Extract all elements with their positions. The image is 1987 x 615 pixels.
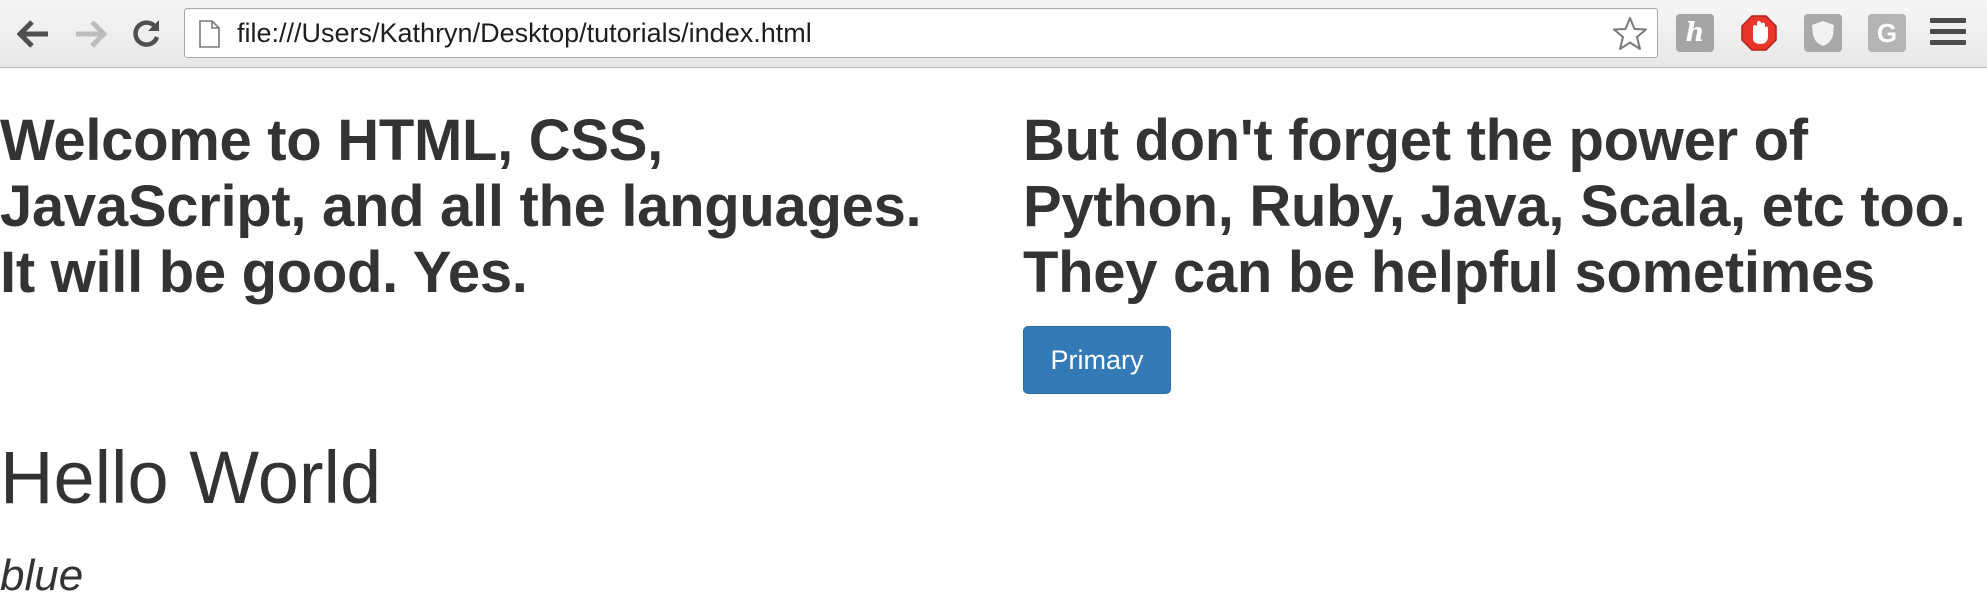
blue-text: blue	[0, 551, 84, 600]
left-heading-line: It will be good. Yes.	[0, 240, 528, 305]
right-column: But don't forget the power of Python, Ru…	[1023, 108, 1987, 306]
shield-glyph	[1812, 21, 1834, 46]
right-heading-line: But don't forget the power of	[1023, 108, 1808, 173]
url-text[interactable]: file:///Users/Kathryn/Desktop/tutorials/…	[237, 9, 812, 57]
forward-arrow-icon	[76, 20, 107, 48]
page-icon	[199, 20, 220, 48]
forward-button[interactable]	[70, 14, 110, 54]
right-heading-line: Python, Ruby, Java, Scala, etc too.	[1023, 174, 1966, 239]
hello-world-heading: Hello World	[0, 436, 382, 519]
menu-bar	[1930, 40, 1966, 45]
browser-toolbar: file:///Users/Kathryn/Desktop/tutorials/…	[0, 0, 1987, 68]
h-extension-glyph: h	[1685, 18, 1705, 48]
shield-extension-icon[interactable]	[1804, 14, 1842, 52]
back-button[interactable]	[14, 14, 54, 54]
address-bar[interactable]: file:///Users/Kathryn/Desktop/tutorials/…	[184, 8, 1658, 58]
menu-bar	[1930, 18, 1966, 23]
left-column: Welcome to HTML, CSS, JavaScript, and al…	[0, 108, 960, 306]
h-extension-icon[interactable]: h	[1676, 14, 1714, 52]
right-heading-line: They can be helpful sometimes	[1023, 240, 1875, 305]
primary-button[interactable]: Primary	[1023, 326, 1171, 394]
reload-icon	[133, 20, 160, 47]
page-content: Welcome to HTML, CSS, JavaScript, and al…	[0, 68, 1987, 615]
adblock-hand-icon-shape	[1741, 15, 1777, 51]
back-arrow-icon	[17, 20, 48, 48]
adblock-hand-icon[interactable]	[1740, 14, 1778, 52]
grammarly-glyph: G	[1876, 17, 1898, 48]
grammarly-icon[interactable]: G	[1868, 14, 1906, 52]
star-icon[interactable]	[1611, 15, 1649, 53]
menu-bar	[1930, 29, 1966, 34]
hamburger-menu-icon[interactable]	[1930, 18, 1966, 48]
reload-button[interactable]	[126, 14, 166, 54]
left-heading-line: JavaScript, and all the languages.	[0, 174, 922, 239]
left-heading-line: Welcome to HTML, CSS,	[0, 108, 663, 173]
